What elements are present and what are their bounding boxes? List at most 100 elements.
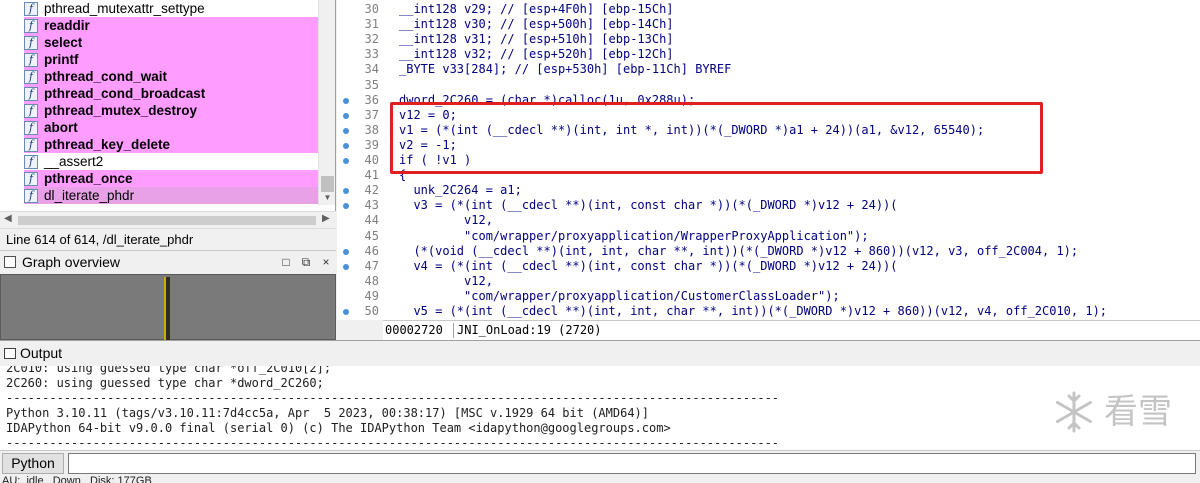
breakpoint-marker-icon[interactable] [343,263,349,270]
code-line[interactable]: 32 __int128 v31; // [esp+510h] [ebp-13Ch] [337,32,1200,47]
output-window-icon [4,348,16,359]
breakpoint-marker-icon[interactable] [343,127,349,134]
float-pane-icon[interactable]: ⧉ [298,254,314,270]
functions-pane: f pthread_mutexattr_settype f readdir f selec… [0,0,336,211]
python-input-bar: Python [0,450,1200,475]
code-line[interactable]: 33 __int128 v32; // [esp+520h] [ebp-12Ch] [337,47,1200,62]
function-list-item[interactable]: f pthread_mutexattr_settype [24,0,318,17]
function-list-item[interactable]: f __assert2 [24,153,318,170]
code-text: __int128 v32; // [esp+520h] [ebp-12Ch] [399,47,674,62]
line-number: 36 [364,92,379,107]
line-number: 31 [364,17,379,32]
function-icon: f [24,35,38,50]
code-line[interactable]: 34 _BYTE v33[284]; // [esp+530h] [ebp-11C… [337,62,1200,77]
code-line[interactable]: 49 "com/wrapper/proxyapplication/Custome… [337,289,1200,304]
code-text: __int128 v29; // [esp+4F0h] [ebp-15Ch] [399,2,674,16]
function-list-item[interactable]: f pthread_once [24,170,318,187]
function-list-item[interactable]: f readdir [24,17,318,34]
pseudocode-status-bar: 00002720 JNI_OnLoad:19 (2720) [383,320,1200,340]
breakpoint-marker-icon[interactable] [343,142,349,149]
functions-list[interactable]: f pthread_mutexattr_settype f readdir f selec… [0,0,318,205]
function-icon: f [24,120,38,135]
function-icon: f [24,1,38,16]
output-window-body[interactable]: 2C010: using guessed type char *off_2C01… [0,366,1200,450]
line-number: 37 [364,107,379,122]
function-name: pthread_cond_broadcast [44,86,206,101]
function-list-item[interactable]: f select [24,34,318,51]
function-list-item[interactable]: f pthread_cond_wait [24,68,318,85]
code-text: v12, [399,213,493,228]
line-number: 38 [364,122,379,137]
function-name: __assert2 [44,154,104,169]
breakpoint-marker-icon[interactable] [343,158,349,164]
code-line[interactable]: 45 "com/wrapper/proxyapplication/Wrapper… [337,229,1200,244]
functions-hscroll-thumb[interactable] [18,216,316,225]
output-line: IDAPython 64-bit v9.0.0 final (serial 0)… [6,421,671,435]
graph-overview-canvas[interactable] [0,274,336,341]
scroll-left-arrow-icon[interactable]: ◀ [4,213,12,224]
bottom-status-bar: AU: idle Down Disk: 177GB [0,475,1200,483]
code-text: __int128 v30; // [esp+500h] [ebp-14Ch] [399,17,674,32]
output-window-header: Output [0,340,1200,366]
code-line[interactable]: 35 [337,78,1200,93]
code-line[interactable]: 46 (*(void (__cdecl **)(int, int, char *… [337,244,1200,259]
python-language-button[interactable]: Python [2,453,64,474]
functions-horizontal-scrollbar[interactable]: ◀ ▶ [0,211,336,228]
function-list-item[interactable]: f pthread_cond_broadcast [24,85,318,102]
code-line[interactable]: 31 __int128 v30; // [esp+500h] [ebp-14Ch] [337,17,1200,32]
function-icon: f [24,86,38,101]
function-icon: f [24,69,38,84]
function-icon: f [24,137,38,152]
function-icon: f [24,18,38,33]
function-icon: f [24,171,38,186]
line-number: 34 [364,62,379,77]
function-list-item[interactable]: f pthread_mutex_destroy [24,102,318,119]
function-list-item[interactable]: f abort [24,119,318,136]
output-line: ----------------------------------------… [6,436,780,450]
function-list-item[interactable]: f pthread_key_delete [24,136,318,153]
code-text: __int128 v31; // [esp+510h] [ebp-13Ch] [399,32,674,47]
snowflake-icon [1056,391,1092,433]
functions-status-line: Line 614 of 614, /dl_iterate_phdr [0,228,336,250]
breakpoint-marker-icon[interactable] [343,309,349,315]
python-command-input[interactable] [68,453,1196,474]
function-name: pthread_cond_wait [44,69,168,84]
function-name: printf [44,52,79,67]
breakpoint-marker-icon[interactable] [343,112,349,119]
breakpoint-marker-icon[interactable] [343,203,349,210]
functions-vertical-scrollbar[interactable]: ▼ [318,0,335,205]
scroll-down-arrow-icon[interactable]: ▼ [319,193,336,205]
code-line[interactable]: 44 v12, [337,213,1200,228]
code-line[interactable]: 50 v5 = (*(int (__cdecl **)(int, int, ch… [337,304,1200,319]
breakpoint-marker-icon[interactable] [343,97,349,104]
function-list-item[interactable]: f dl_iterate_phdr [24,187,318,204]
output-line: Python 3.10.11 (tags/v3.10.11:7d4cc5a, A… [6,406,649,420]
code-text: (*(void (__cdecl **)(int, int, char **, … [399,243,1079,258]
line-number: 48 [364,273,379,288]
breakpoint-marker-icon[interactable] [343,188,349,195]
code-text: v4 = (*(int (__cdecl **)(int, const char… [399,258,898,273]
function-icon: f [24,103,38,118]
graph-overview-minimap-node [164,277,170,341]
code-line[interactable]: 43 v3 = (*(int (__cdecl **)(int, const c… [337,198,1200,213]
breakpoint-marker-icon[interactable] [343,248,349,255]
code-line[interactable]: 47 v4 = (*(int (__cdecl **)(int, const c… [337,259,1200,274]
function-icon: f [24,188,38,203]
functions-scroll-thumb[interactable] [321,176,334,192]
scroll-right-arrow-icon[interactable]: ▶ [322,213,330,224]
code-line[interactable]: 48 v12, [337,274,1200,289]
code-line[interactable]: 42 unk_2C264 = a1; [337,183,1200,198]
code-text: v12, [399,273,493,288]
function-name: pthread_once [44,171,133,186]
line-number: 30 [364,2,379,16]
code-line[interactable]: 30 __int128 v29; // [esp+4F0h] [ebp-15Ch] [337,2,1200,17]
line-number: 47 [364,258,379,273]
maximize-pane-icon[interactable]: □ [278,254,294,270]
status-separator [453,323,454,338]
function-name: dl_iterate_phdr [44,188,135,203]
function-list-item[interactable]: f printf [24,51,318,68]
line-number: 40 [364,153,379,167]
close-pane-icon[interactable]: × [318,254,334,270]
line-number: 50 [364,304,379,318]
output-window-title: Output [20,345,63,361]
